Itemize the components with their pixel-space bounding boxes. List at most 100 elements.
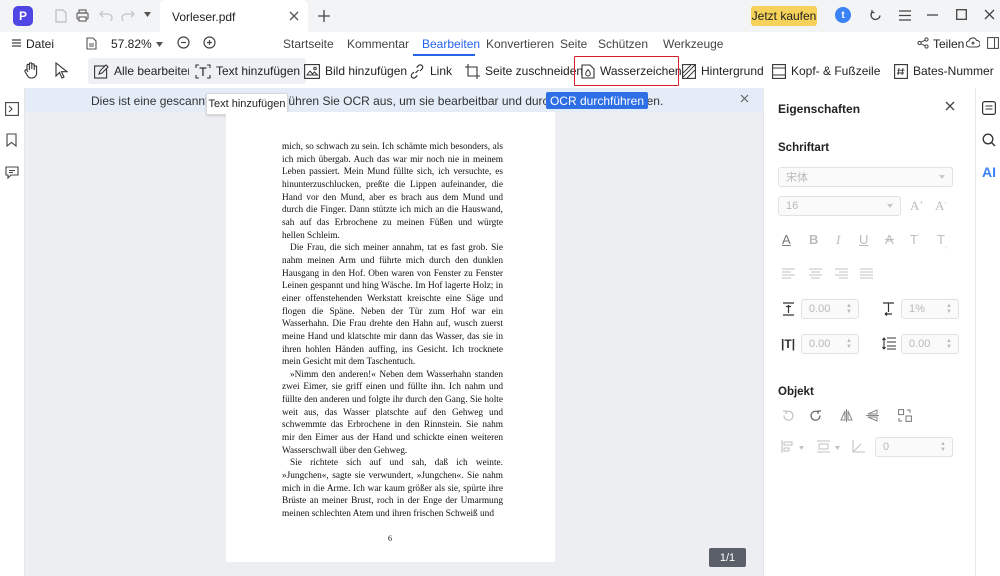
link-button[interactable]: Link — [403, 58, 458, 84]
page-body-text: mich, so schwach zu sein. Ich schämte mi… — [282, 141, 503, 521]
redo-icon[interactable] — [121, 9, 135, 21]
flip-horizontal-icon[interactable] — [840, 409, 853, 422]
hand-tool-icon[interactable] — [23, 62, 39, 79]
font-family-select[interactable]: 宋体 — [778, 167, 953, 187]
side-panel-toggle-icon[interactable] — [987, 37, 999, 49]
increase-font-size-icon[interactable]: A+ — [910, 198, 923, 214]
zoom-out-icon[interactable] — [177, 36, 190, 49]
print-icon[interactable] — [76, 9, 89, 22]
italic-icon[interactable]: I — [836, 232, 840, 248]
file-menu[interactable]: Datei — [26, 37, 54, 51]
chevron-down-icon[interactable] — [835, 446, 840, 450]
edit-all-button[interactable]: Alle bearbeiten — [88, 58, 201, 84]
page-indicator[interactable]: 1/1 — [709, 548, 746, 567]
font-size-select[interactable]: 16 — [778, 196, 901, 216]
close-window-icon[interactable] — [984, 9, 995, 20]
add-text-button[interactable]: Text hinzufügen — [189, 58, 307, 84]
undo-icon[interactable] — [99, 9, 113, 21]
background-button[interactable]: Hintergrund — [676, 58, 770, 84]
align-center-icon[interactable] — [809, 268, 822, 279]
app-logo-icon[interactable]: P — [13, 6, 33, 26]
bates-number-button[interactable]: Bates-Nummer — [888, 58, 1000, 84]
search-icon[interactable] — [982, 133, 996, 147]
properties-title: Eigenschaften — [778, 102, 861, 116]
strikethrough-icon[interactable]: A — [885, 232, 894, 247]
char-spacing-input[interactable]: 1% ▲ ▼ — [901, 299, 959, 319]
superscript-icon[interactable]: T' — [910, 232, 919, 247]
close-banner-icon[interactable] — [740, 94, 749, 103]
select-tool-icon[interactable] — [55, 62, 68, 79]
update-icon[interactable] — [869, 9, 882, 22]
zoom-level[interactable]: 57.82% — [111, 37, 152, 51]
properties-panel-icon[interactable] — [982, 101, 996, 115]
opacity-value: 0 — [883, 441, 890, 453]
line-spacing-input[interactable]: 0.00 ▲ ▼ — [801, 299, 859, 319]
word-spacing-value: 0.00 — [809, 338, 831, 350]
stepper-arrows-icon: ▲ ▼ — [940, 441, 946, 453]
link-icon — [409, 63, 425, 79]
decrease-font-size-icon[interactable]: A- — [935, 198, 947, 214]
hamburger-menu-icon[interactable] — [899, 10, 911, 21]
opacity-input[interactable]: 0 ▲ ▼ — [875, 437, 953, 457]
buy-now-button[interactable]: Jetzt kaufen — [751, 6, 817, 26]
close-tab-icon[interactable] — [289, 11, 299, 21]
ai-assistant-icon[interactable]: AI — [982, 164, 996, 180]
share-icon[interactable] — [917, 37, 929, 49]
user-avatar-icon[interactable]: t — [835, 7, 851, 23]
add-image-button[interactable]: Bild hinzufügen — [298, 58, 413, 84]
bold-icon[interactable]: B — [809, 232, 818, 247]
crop-page-button[interactable]: Seite zuschneiden — [459, 58, 589, 84]
char-spacing-value: 1% — [909, 303, 925, 315]
text-color-icon[interactable]: A — [782, 232, 791, 247]
bookmark-icon[interactable] — [6, 133, 17, 147]
align-left-icon[interactable] — [782, 268, 795, 279]
char-spacing-icon — [882, 302, 895, 316]
object-section-title: Objekt — [778, 386, 814, 398]
share-button[interactable]: Teilen — [933, 37, 964, 51]
rotate-right-icon[interactable] — [809, 409, 822, 422]
page-number: 6 — [388, 534, 392, 543]
tab-werkzeuge[interactable]: Werkzeuge — [663, 37, 723, 51]
document-tab[interactable]: Vorleser.pdf — [160, 0, 308, 32]
close-properties-icon[interactable] — [945, 101, 955, 111]
rotate-left-icon[interactable] — [782, 409, 795, 422]
file-menu-icon[interactable] — [12, 39, 21, 47]
quick-access-dropdown-icon[interactable] — [144, 12, 151, 17]
paragraph: Sie richtete sich auf und sah, daß ich w… — [282, 458, 503, 520]
ocr-run-button[interactable]: OCR durchführen — [546, 92, 648, 109]
tab-seite[interactable]: Seite — [560, 37, 587, 51]
thumbnails-icon[interactable] — [5, 102, 19, 116]
header-footer-icon — [772, 63, 786, 79]
stepper-arrows-icon: ▲ ▼ — [946, 303, 952, 315]
align-justify-icon[interactable] — [860, 268, 873, 279]
new-file-icon[interactable] — [55, 9, 67, 23]
zoom-dropdown-icon[interactable] — [156, 42, 163, 47]
maximize-icon[interactable] — [956, 9, 967, 20]
chevron-down-icon[interactable] — [799, 446, 804, 450]
underline-icon[interactable]: U — [859, 232, 868, 247]
new-tab-plus-icon[interactable] — [318, 10, 330, 22]
replace-object-icon[interactable] — [898, 409, 912, 422]
zoom-in-icon[interactable] — [203, 36, 216, 49]
tab-schuetzen[interactable]: Schützen — [598, 37, 648, 51]
tab-startseite[interactable]: Startseite — [283, 37, 334, 51]
align-right-icon[interactable] — [835, 268, 848, 279]
page-fit-icon[interactable] — [86, 37, 97, 50]
header-footer-button[interactable]: Kopf- & Fußzeile — [766, 58, 886, 84]
align-objects-icon[interactable] — [781, 440, 794, 453]
font-size-value: 16 — [786, 200, 799, 212]
comments-icon[interactable] — [5, 166, 19, 179]
subscript-icon[interactable]: T, — [937, 232, 947, 250]
stepper-arrows-icon: ▲ ▼ — [846, 338, 852, 350]
cloud-upload-icon[interactable] — [966, 37, 980, 48]
distribute-objects-icon[interactable] — [817, 440, 830, 453]
chevron-down-icon — [887, 204, 893, 208]
word-spacing-input[interactable]: 0.00 ▲ ▼ — [801, 334, 859, 354]
paragraph-spacing-input[interactable]: 0.00 ▲ ▼ — [901, 334, 959, 354]
minimize-icon[interactable] — [927, 14, 938, 16]
background-label: Hintergrund — [701, 64, 764, 78]
tab-konvertieren[interactable]: Konvertieren — [486, 37, 554, 51]
tab-kommentar[interactable]: Kommentar — [347, 37, 409, 51]
flip-vertical-icon[interactable] — [866, 409, 879, 422]
tab-bearbeiten[interactable]: Bearbeiten — [422, 37, 480, 51]
